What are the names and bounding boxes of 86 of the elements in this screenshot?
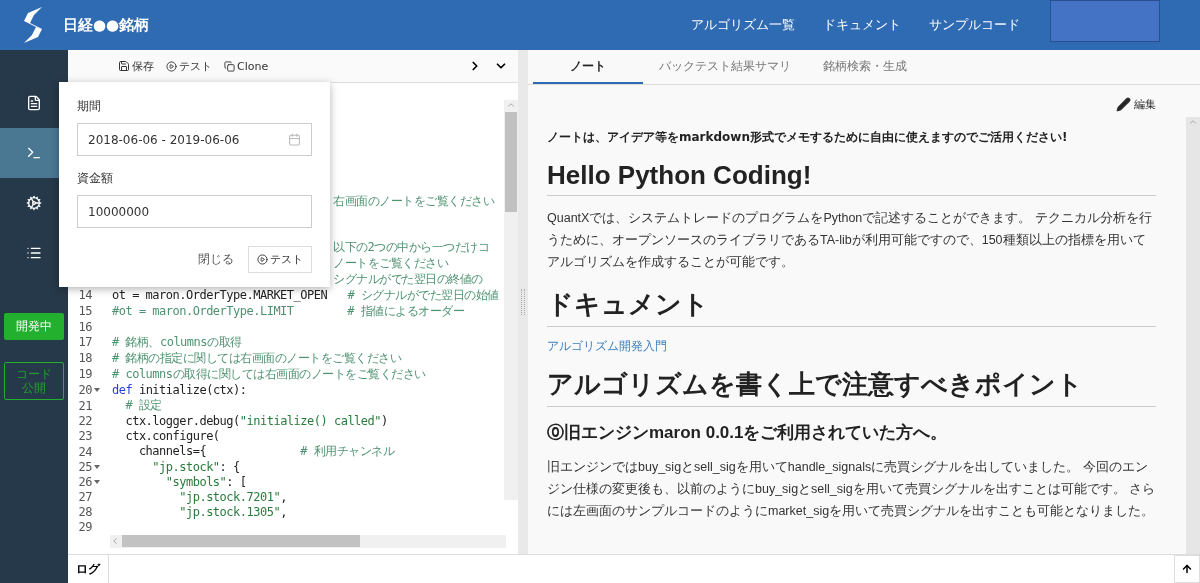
code-line: "jp.stock": { bbox=[151, 460, 240, 475]
code-line: シグナルがでた翌日の終値の bbox=[333, 270, 483, 288]
line-number: 24 bbox=[78, 444, 92, 459]
code-line: channels={ # 利用チャンネル bbox=[137, 443, 395, 461]
pencil-icon bbox=[1116, 96, 1131, 112]
line-number: 27 bbox=[78, 490, 92, 505]
tab[interactable]: 銘柄検索・生成 bbox=[807, 50, 923, 84]
scroll-up-icon bbox=[506, 100, 516, 110]
line-number: 19 bbox=[78, 367, 92, 382]
project-title: 日経●●銘柄 bbox=[63, 15, 150, 35]
line-number: 18 bbox=[78, 351, 92, 366]
line-number: 20 bbox=[78, 383, 92, 397]
code-line: ctx.configure( bbox=[124, 429, 220, 444]
note-intro: ノートは、アイデア等をmarkdown形式でメモするために自由に使えますのでご活用ください! bbox=[547, 129, 1069, 146]
scroll-up-icon bbox=[1188, 117, 1198, 127]
nav-link[interactable]: サンプルコード bbox=[929, 16, 1020, 34]
logo-icon bbox=[22, 5, 44, 45]
note-link[interactable]: アルゴリズム開発入門 bbox=[547, 338, 667, 355]
toolbar-button[interactable]: テスト bbox=[160, 58, 218, 74]
code-line: ot = maron.OrderType.MARKET_OPEN # シグナルがでた翌日の始値 bbox=[112, 286, 499, 304]
code-line: "symbols": [ bbox=[164, 475, 247, 490]
code-line: #ot = maron.OrderType.LIMIT # 指値によるオーダー bbox=[112, 302, 465, 320]
note-paragraph: QuantXでは、システムトレードのプログラムをPythonで記述することができます。 テクニカル分析を行うために、オープンソースのライブラリであるTA-libが利用可能ですので、150種類以上の指標を用いてアルゴリズムを作成することが可能です。 bbox=[547, 210, 1153, 271]
code-line: "jp.stock.7201", bbox=[178, 490, 287, 505]
field-label: 資金額 bbox=[77, 170, 114, 187]
code-line: 以下の2つの中から一つだけコ bbox=[333, 238, 490, 256]
horizontal-scrollbar[interactable] bbox=[110, 534, 506, 548]
code-line: # 設定 bbox=[124, 397, 162, 414]
line-number: 26 bbox=[78, 475, 92, 490]
line-number: 16 bbox=[78, 319, 92, 334]
line-number: 17 bbox=[78, 335, 92, 350]
line-number: 23 bbox=[78, 429, 92, 444]
toolbar-button[interactable]: Clone bbox=[218, 59, 275, 73]
terminal-icon bbox=[26, 145, 42, 161]
fold-icon[interactable] bbox=[94, 465, 100, 470]
status-badge: 開発中 bbox=[4, 313, 64, 340]
fold-icon[interactable] bbox=[94, 388, 100, 392]
arrow-up-icon bbox=[1181, 563, 1193, 575]
play-icon bbox=[257, 254, 268, 265]
play-icon bbox=[166, 60, 177, 72]
close-button[interactable]: 閉じる bbox=[192, 250, 240, 269]
field-label: 期間 bbox=[77, 98, 102, 115]
code-line: "jp.stock.1305", bbox=[178, 505, 287, 520]
vertical-scrollbar[interactable] bbox=[504, 100, 518, 500]
scroll-left-icon bbox=[110, 536, 120, 547]
code-line: # 銘柄、columnsの取得 bbox=[112, 333, 242, 351]
code-line: 右画面のノートをご覧ください bbox=[333, 192, 494, 210]
code-line: def initialize(ctx): bbox=[112, 383, 247, 397]
note-heading: ドキュメント bbox=[547, 287, 1156, 327]
code-line: ノートをご覧ください bbox=[333, 254, 448, 272]
code-line: ctx.logger.debug("initialize() called") bbox=[124, 414, 388, 429]
code-line: # columnsの取得に関しては右画面のノートをご覧ください bbox=[112, 365, 426, 383]
line-number: 29 bbox=[78, 520, 92, 535]
note-heading: アルゴリズムを書く上で注意すべきポイント bbox=[547, 367, 1156, 407]
note-scrollbar[interactable] bbox=[1186, 117, 1200, 554]
log-label: ログ bbox=[68, 555, 109, 583]
expand-button[interactable] bbox=[1174, 555, 1200, 583]
date-range-field[interactable]: 2018-06-06 - 2019-06-06 bbox=[77, 123, 312, 156]
fold-icon[interactable] bbox=[94, 480, 100, 485]
publish-button[interactable]: コード公開 bbox=[4, 362, 64, 400]
scroll-thumb[interactable] bbox=[122, 535, 360, 548]
code-line: # 銘柄の指定に関しては右画面のノートをご覧ください bbox=[112, 349, 402, 367]
document-icon bbox=[26, 95, 42, 111]
toolbar-button[interactable]: 保存 bbox=[112, 58, 160, 74]
save-icon bbox=[118, 60, 130, 72]
edit-button[interactable]: 編集 bbox=[1110, 91, 1162, 117]
line-number: 28 bbox=[78, 505, 92, 520]
scroll-thumb[interactable] bbox=[505, 112, 517, 212]
note-subheading: ⓪旧エンジンmaron 0.0.1をご利用されていた方へ。 bbox=[547, 422, 949, 444]
line-number: 22 bbox=[78, 414, 92, 429]
note-heading: Hello Python Coding! bbox=[547, 160, 1156, 196]
tab[interactable]: ノート bbox=[533, 50, 643, 84]
gear-icon bbox=[26, 195, 42, 211]
line-number: 15 bbox=[78, 304, 92, 319]
line-number: 21 bbox=[78, 398, 92, 413]
tab[interactable]: バックテスト結果サマリ bbox=[643, 50, 807, 84]
line-number: 25 bbox=[78, 460, 92, 475]
line-number: 14 bbox=[78, 288, 92, 303]
list-icon bbox=[26, 245, 42, 261]
note-paragraph: 旧エンジンではbuy_sigとsell_sigを用いてhandle_signalsに売買シグナルを出していました。 今回のエンジン仕様の変更後も、以前のようにbuy_sigとsell_sigを用いて売買シグナルを出すことは可能です。 さらには左画面のサンプルコードのようにmarket_sigを用いて売買シグナルを出すことも可能となりました。 bbox=[547, 459, 1156, 520]
nav-link[interactable]: ドキュメント bbox=[823, 16, 901, 34]
calendar-icon bbox=[288, 133, 301, 146]
copy-icon bbox=[224, 60, 235, 72]
capital-field[interactable]: 10000000 bbox=[77, 195, 312, 228]
test-button[interactable]: テスト bbox=[248, 246, 312, 273]
nav-link[interactable]: アルゴリズム一覧 bbox=[691, 16, 795, 34]
